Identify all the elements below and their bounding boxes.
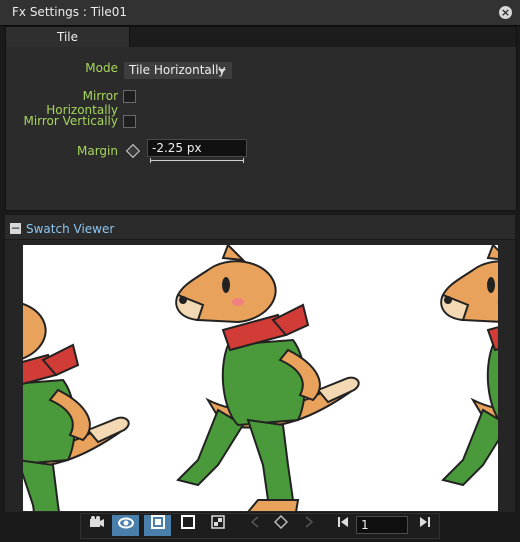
close-button[interactable]: × xyxy=(499,6,512,19)
divider xyxy=(5,210,515,211)
title-bar: Fx Settings : Tile01 × xyxy=(0,0,520,26)
next-key-icon xyxy=(305,516,313,528)
tab-bar: Tile xyxy=(5,26,517,48)
background-toggle-button[interactable] xyxy=(204,515,231,536)
prev-key-icon xyxy=(250,516,258,528)
preview-icon xyxy=(150,515,165,529)
prev-key-button[interactable] xyxy=(241,515,268,536)
minus-icon: − xyxy=(10,221,21,235)
window-title: Fx Settings : Tile01 xyxy=(12,5,127,19)
keyframe-icon xyxy=(273,514,288,530)
preview-button[interactable] xyxy=(144,515,171,536)
collapse-button[interactable]: − xyxy=(10,221,21,235)
margin-value: -2.25 px xyxy=(152,141,202,155)
camera-icon xyxy=(89,516,104,527)
first-frame-button[interactable] xyxy=(329,515,356,536)
camera-button[interactable] xyxy=(83,515,110,536)
last-frame-button[interactable] xyxy=(411,515,438,536)
swatch-viewer-label[interactable]: Swatch Viewer xyxy=(26,222,114,236)
frame-number-value: 1 xyxy=(361,518,369,532)
checkerboard-button[interactable] xyxy=(174,515,201,536)
eye-button[interactable] xyxy=(112,515,139,536)
first-frame-icon xyxy=(337,517,348,527)
swatch-viewer[interactable] xyxy=(23,245,498,511)
checkerboard-icon xyxy=(180,515,195,529)
margin-slider[interactable] xyxy=(150,158,244,163)
next-key-button[interactable] xyxy=(295,515,322,536)
close-icon: × xyxy=(500,6,511,19)
bg-toggle-icon xyxy=(210,515,225,529)
mirror-horizontally-checkbox[interactable] xyxy=(123,90,136,103)
mode-dropdown[interactable]: Tile Horizontally xyxy=(123,61,233,80)
mode-value: Tile Horizontally xyxy=(129,63,226,77)
tiled-character-image xyxy=(23,245,498,511)
chevron-down-icon xyxy=(218,69,226,73)
swatch-viewer-header: − Swatch Viewer xyxy=(5,215,515,239)
frame-number-input[interactable]: 1 xyxy=(356,516,408,534)
mirror-vertically-checkbox[interactable] xyxy=(123,115,136,128)
eye-icon xyxy=(117,517,134,529)
mode-label: Mode xyxy=(85,61,118,75)
mirror-vertically-label: Mirror Vertically xyxy=(23,114,118,128)
mirror-horizontally-label: Mirror Horizontally xyxy=(46,89,118,117)
last-frame-icon xyxy=(419,517,430,527)
keyframe-button[interactable] xyxy=(267,514,294,536)
margin-label: Margin xyxy=(77,144,118,158)
margin-field[interactable]: -2.25 px xyxy=(147,139,247,157)
tab-tile[interactable]: Tile xyxy=(6,27,130,47)
